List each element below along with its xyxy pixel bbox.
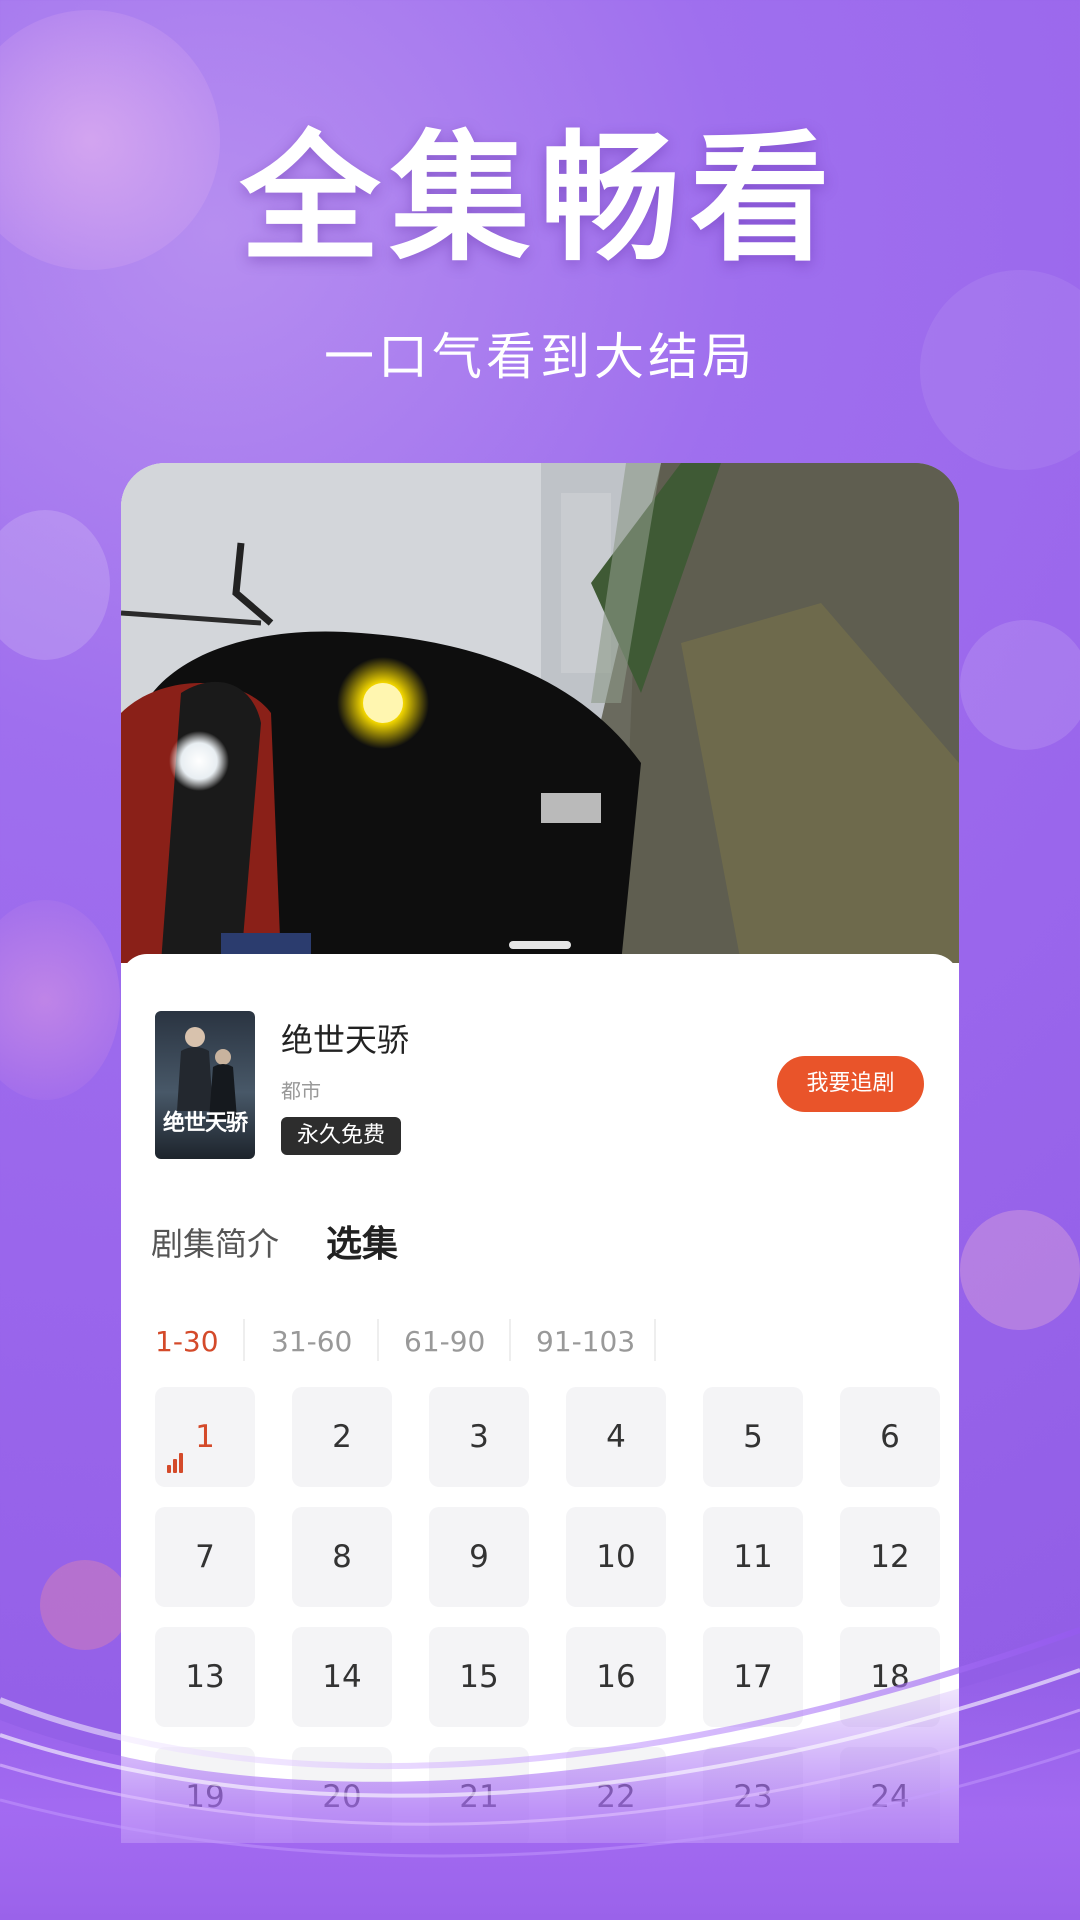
range-tab-31-60[interactable]: 31-60: [271, 1325, 352, 1358]
episode-item[interactable]: 13: [155, 1627, 255, 1727]
episode-item[interactable]: 7: [155, 1507, 255, 1607]
free-badge: 永久免费: [281, 1117, 402, 1155]
episode-item[interactable]: 12: [840, 1507, 940, 1607]
video-frame-illustration: [121, 463, 959, 963]
range-divider: [654, 1319, 656, 1361]
episode-item[interactable]: 21: [429, 1747, 529, 1843]
episode-item[interactable]: 3: [429, 1387, 529, 1487]
episode-item[interactable]: 16: [566, 1627, 666, 1727]
episode-item[interactable]: 8: [292, 1507, 392, 1607]
phone-mockup: 绝世天骄 绝世天骄 都市 永久免费 我要追剧 剧集简介 选集 1-30 31-6…: [121, 463, 959, 1843]
episode-item[interactable]: 10: [566, 1507, 666, 1607]
bokeh-decoration: [0, 510, 110, 660]
episode-item[interactable]: 19: [155, 1747, 255, 1843]
range-tab-91-103[interactable]: 91-103: [536, 1325, 635, 1358]
tab-episodes[interactable]: 选集: [326, 1215, 398, 1267]
episode-item[interactable]: 23: [703, 1747, 803, 1843]
episode-item[interactable]: 4: [566, 1387, 666, 1487]
drama-genre: 都市: [281, 1079, 321, 1103]
tab-intro[interactable]: 剧集简介: [151, 1219, 279, 1265]
episode-item[interactable]: 18: [840, 1627, 940, 1727]
bokeh-decoration: [40, 1560, 130, 1650]
episode-item[interactable]: 5: [703, 1387, 803, 1487]
promo-subline: 一口气看到大结局: [324, 328, 756, 386]
episode-item[interactable]: 6: [840, 1387, 940, 1487]
sheet-drag-handle[interactable]: [509, 941, 571, 949]
episode-item[interactable]: 1: [155, 1387, 255, 1487]
bokeh-decoration: [960, 620, 1080, 750]
episode-item[interactable]: 17: [703, 1627, 803, 1727]
episode-item[interactable]: 14: [292, 1627, 392, 1727]
episode-number: 1: [195, 1419, 215, 1455]
drama-title: 绝世天骄: [281, 1021, 410, 1059]
bokeh-decoration: [0, 900, 120, 1100]
promo-headline: 全集畅看: [239, 118, 840, 281]
video-player[interactable]: [121, 463, 959, 963]
episode-item[interactable]: 11: [703, 1507, 803, 1607]
range-divider: [377, 1319, 379, 1361]
follow-drama-button[interactable]: 我要追剧: [777, 1056, 924, 1112]
episode-item[interactable]: 9: [429, 1507, 529, 1607]
range-divider: [509, 1319, 511, 1361]
episode-item[interactable]: 20: [292, 1747, 392, 1843]
range-divider: [243, 1319, 245, 1361]
episode-item[interactable]: 24: [840, 1747, 940, 1843]
episode-item[interactable]: 22: [566, 1747, 666, 1843]
playing-icon: [167, 1453, 185, 1473]
drama-poster[interactable]: 绝世天骄: [155, 1011, 255, 1159]
bokeh-decoration: [960, 1210, 1080, 1330]
range-tab-61-90[interactable]: 61-90: [404, 1325, 485, 1358]
range-tab-1-30[interactable]: 1-30: [155, 1325, 219, 1358]
poster-title: 绝世天骄: [162, 1111, 248, 1136]
episode-item[interactable]: 2: [292, 1387, 392, 1487]
episode-item[interactable]: 15: [429, 1627, 529, 1727]
